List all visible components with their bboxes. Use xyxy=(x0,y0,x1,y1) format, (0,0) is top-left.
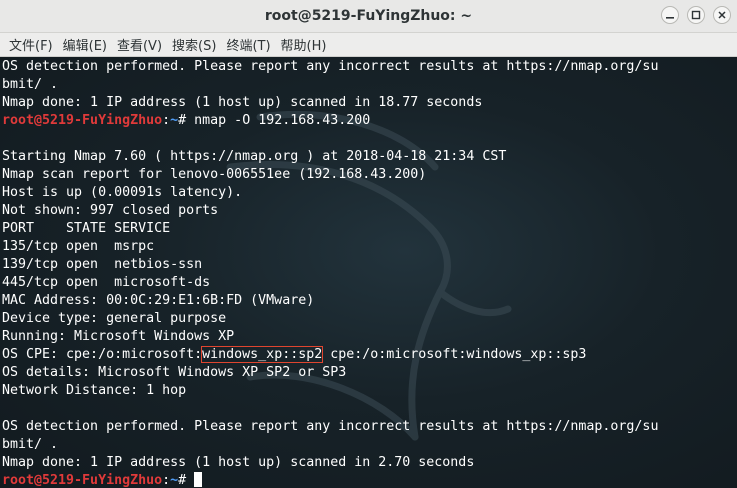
prompt-symbol: # xyxy=(178,113,195,128)
minimize-button[interactable] xyxy=(661,6,679,24)
prompt-path: ~ xyxy=(170,113,179,128)
output-line: Not shown: 997 closed ports xyxy=(2,203,219,218)
prompt-separator: : xyxy=(162,113,171,128)
prompt-line: root@5219-FuYingZhuo:~# nmap -O 192.168.… xyxy=(2,112,737,130)
terminal-area[interactable]: OS detection performed. Please report an… xyxy=(0,57,737,488)
cpe-highlight: windows_xp::sp2 xyxy=(201,346,324,363)
prompt-user: root@5219-FuYingZhuo xyxy=(2,473,163,488)
cpe-suffix: cpe:/o:microsoft:windows_xp::sp3 xyxy=(322,347,587,362)
title-bar[interactable]: root@5219-FuYingZhuo: ~ xyxy=(0,0,737,33)
menu-search[interactable]: 搜索(S) xyxy=(167,35,221,54)
output-line: Starting Nmap 7.60 ( https://nmap.org ) … xyxy=(2,149,507,164)
output-line: 139/tcp open netbios-ssn xyxy=(2,257,203,272)
menu-view[interactable]: 查看(V) xyxy=(112,35,167,54)
output-line: OS detection performed. Please report an… xyxy=(2,419,659,434)
output-line: 445/tcp open microsoft-ds xyxy=(2,275,211,290)
menu-bar: 文件(F) 编辑(E) 查看(V) 搜索(S) 终端(T) 帮助(H) xyxy=(0,33,737,57)
prompt-user: root@5219-FuYingZhuo xyxy=(2,113,163,128)
output-line: Nmap scan report for lenovo-006551ee (19… xyxy=(2,167,427,182)
close-button[interactable] xyxy=(713,6,731,24)
prompt-path: ~ xyxy=(170,473,179,488)
menu-edit[interactable]: 编辑(E) xyxy=(58,35,112,54)
output-line: bmit/ . xyxy=(2,77,59,92)
output-line: Device type: general purpose xyxy=(2,311,227,326)
menu-help[interactable]: 帮助(H) xyxy=(276,35,332,54)
cpe-line: OS CPE: cpe:/o:microsoft:windows_xp::sp2… xyxy=(2,346,737,364)
output-line: 135/tcp open msrpc xyxy=(2,239,155,254)
output-line: OS details: Microsoft Windows XP SP2 or … xyxy=(2,365,347,380)
text-cursor xyxy=(194,472,203,487)
minimize-icon xyxy=(666,17,674,19)
prompt-separator: : xyxy=(162,473,171,488)
window-controls xyxy=(661,6,731,24)
maximize-icon xyxy=(691,10,701,20)
output-line: PORT STATE SERVICE xyxy=(2,221,171,236)
output-line: Host is up (0.00091s latency). xyxy=(2,185,243,200)
close-icon xyxy=(718,11,726,19)
final-prompt-line[interactable]: root@5219-FuYingZhuo:~# xyxy=(2,472,737,488)
output-line: bmit/ . xyxy=(2,437,59,452)
output-line: Running: Microsoft Windows XP xyxy=(2,329,235,344)
output-line: MAC Address: 00:0C:29:E1:6B:FD (VMware) xyxy=(2,293,315,308)
output-line: OS detection performed. Please report an… xyxy=(2,59,659,74)
command-text: nmap -O 192.168.43.200 xyxy=(194,113,371,128)
menu-terminal[interactable]: 终端(T) xyxy=(221,35,275,54)
maximize-button[interactable] xyxy=(687,6,705,24)
output-line: Nmap done: 1 IP address (1 host up) scan… xyxy=(2,95,483,110)
terminal-output: OS detection performed. Please report an… xyxy=(0,57,737,488)
output-line: Network Distance: 1 hop xyxy=(2,383,187,398)
cpe-prefix: OS CPE: cpe:/o:microsoft: xyxy=(2,347,203,362)
prompt-symbol: # xyxy=(178,473,195,488)
output-line: Nmap done: 1 IP address (1 host up) scan… xyxy=(2,455,475,470)
menu-file[interactable]: 文件(F) xyxy=(4,35,58,54)
window-title: root@5219-FuYingZhuo: ~ xyxy=(264,8,473,24)
terminal-window: root@5219-FuYingZhuo: ~ 文件(F) 编辑(E) 查看(V… xyxy=(0,0,737,488)
